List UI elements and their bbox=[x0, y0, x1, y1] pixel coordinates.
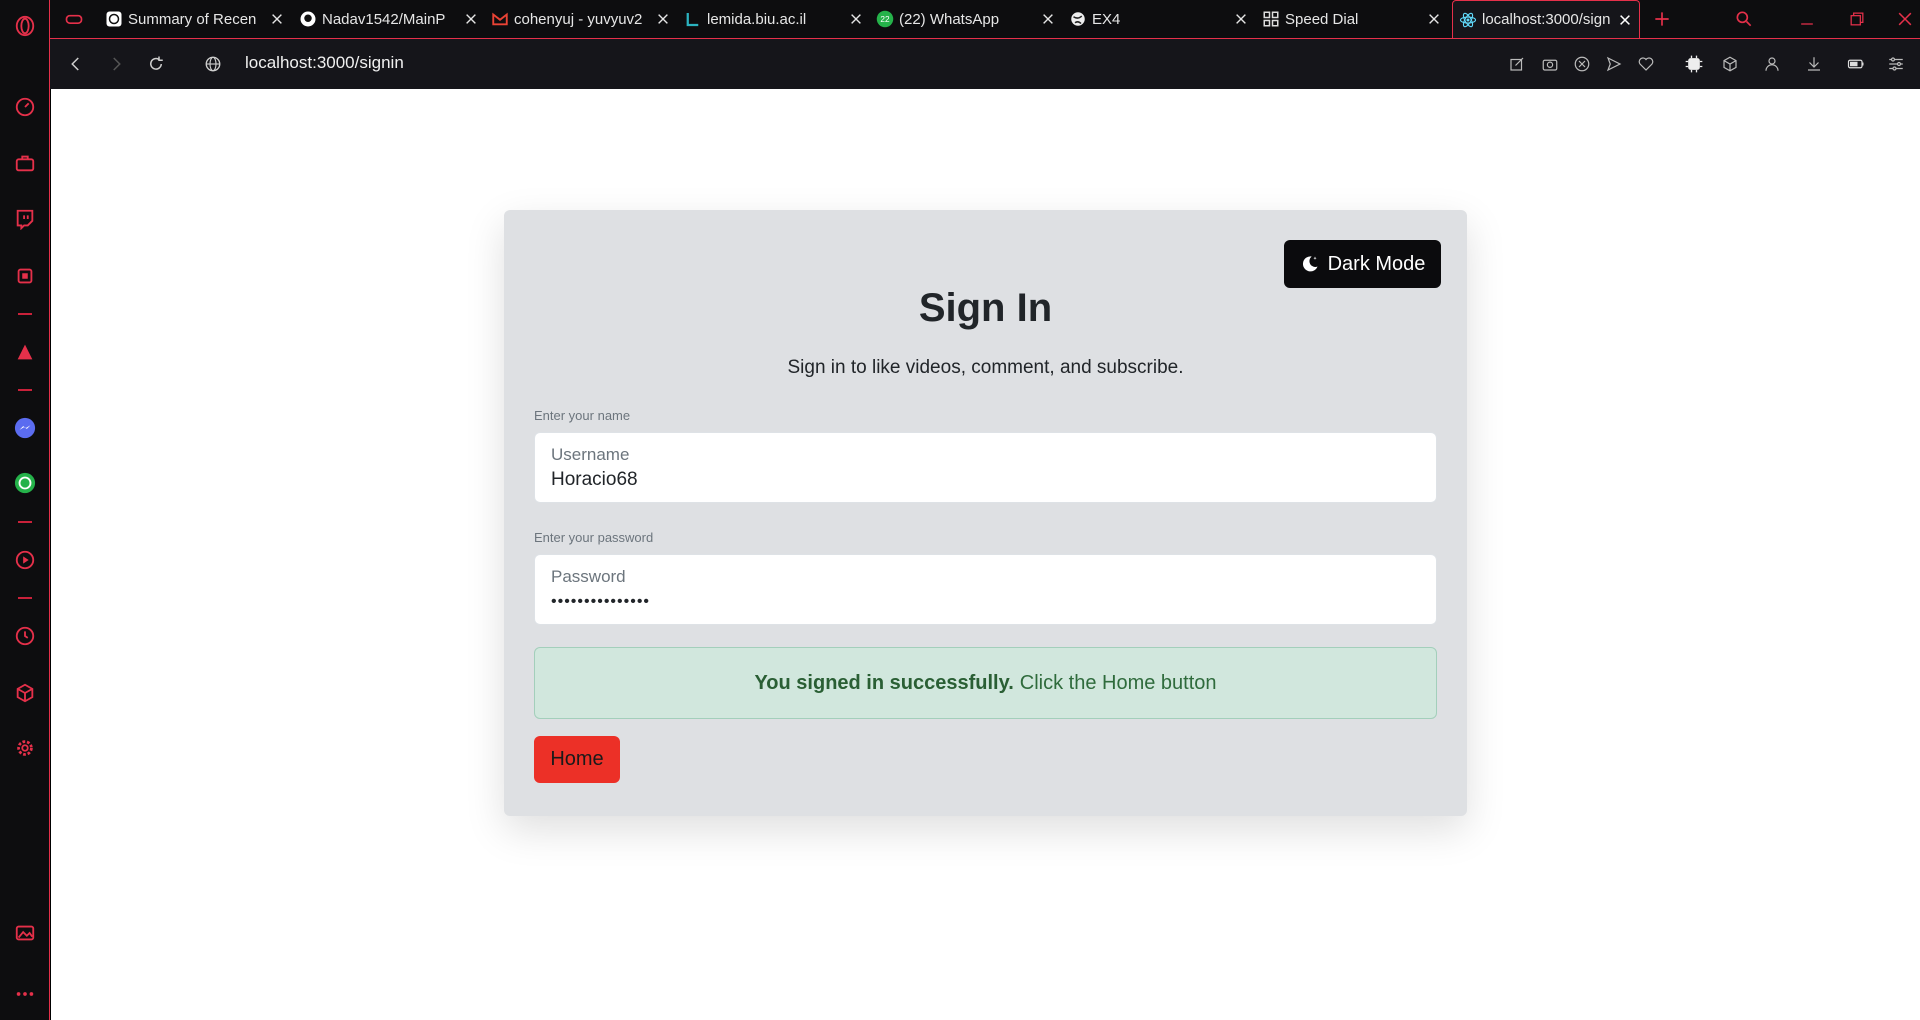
profile-icon[interactable] bbox=[1760, 52, 1784, 76]
moon-stars-icon bbox=[1302, 256, 1318, 272]
aria-icon[interactable] bbox=[11, 338, 39, 366]
tab-github[interactable]: Nadav1542/MainP bbox=[299, 0, 479, 38]
snapshot-camera-icon[interactable] bbox=[1538, 52, 1562, 76]
dark-mode-button[interactable]: Dark Mode bbox=[1284, 240, 1441, 288]
tab-title: lemida.biu.ac.il bbox=[707, 10, 807, 28]
forward-icon[interactable] bbox=[104, 52, 128, 76]
name-hint-label: Enter your name bbox=[534, 408, 631, 423]
twitch-icon[interactable] bbox=[11, 205, 39, 233]
tab-title: Summary of Recen bbox=[128, 10, 257, 28]
close-tab-icon[interactable] bbox=[1617, 12, 1633, 28]
ai-chip-icon[interactable] bbox=[1682, 52, 1706, 76]
battery-icon[interactable] bbox=[1844, 52, 1868, 76]
briefcase-icon[interactable] bbox=[11, 149, 39, 177]
password-field[interactable]: Password ••••••••••••••• bbox=[534, 554, 1437, 625]
download-icon[interactable] bbox=[1802, 52, 1826, 76]
tab-lemida[interactable]: lemida.biu.ac.il bbox=[684, 0, 864, 38]
cube-icon[interactable] bbox=[11, 679, 39, 707]
gx-controller-icon[interactable] bbox=[62, 7, 86, 31]
tab-gmail[interactable]: cohenyuj - yuvyuv2 bbox=[491, 0, 671, 38]
page-subtitle: Sign in to like videos, comment, and sub… bbox=[787, 357, 1184, 378]
password-hint-label: Enter your password bbox=[534, 530, 654, 545]
password-value[interactable]: ••••••••••••••• bbox=[551, 593, 650, 611]
tab-title: cohenyuj - yuvyuv2 bbox=[514, 10, 643, 28]
dark-mode-label: Dark Mode bbox=[1327, 252, 1426, 275]
tab-title: Nadav1542/MainP bbox=[322, 10, 446, 28]
tab-title: Speed Dial bbox=[1285, 10, 1359, 28]
address-bar: localhost:3000/signin bbox=[50, 38, 1920, 89]
tab-localhost-active[interactable]: localhost:3000/sign bbox=[1452, 0, 1640, 38]
messenger-icon[interactable] bbox=[11, 414, 39, 442]
close-tab-icon[interactable] bbox=[1040, 11, 1056, 27]
site-info-globe-icon[interactable] bbox=[201, 52, 225, 76]
ad-blocker-icon[interactable] bbox=[1570, 52, 1594, 76]
whatsapp-icon[interactable] bbox=[11, 469, 39, 497]
react-icon bbox=[1459, 11, 1477, 29]
reload-icon[interactable] bbox=[144, 52, 168, 76]
tab-speed-dial[interactable]: Speed Dial bbox=[1262, 0, 1442, 38]
close-tab-icon[interactable] bbox=[269, 11, 285, 27]
close-tab-icon[interactable] bbox=[848, 11, 864, 27]
success-alert: You signed in successfully. Click the Ho… bbox=[534, 647, 1437, 719]
chatgpt-icon bbox=[105, 10, 123, 28]
easy-setup-sliders-icon[interactable] bbox=[1884, 52, 1908, 76]
settings-gear-icon[interactable] bbox=[11, 734, 39, 762]
extensions-cube-icon[interactable] bbox=[1718, 52, 1742, 76]
success-text: Click the Home button bbox=[1019, 671, 1217, 694]
username-field[interactable]: Username Horacio68 bbox=[534, 432, 1437, 503]
password-floating-label: Password bbox=[551, 567, 626, 586]
opera-logo-icon[interactable] bbox=[11, 12, 39, 40]
chip-icon[interactable] bbox=[11, 262, 39, 290]
tab-ex4[interactable]: EX4 bbox=[1069, 0, 1249, 38]
success-bold-text: You signed in successfully. bbox=[754, 671, 1014, 694]
tab-title: EX4 bbox=[1092, 10, 1121, 28]
username-value[interactable]: Horacio68 bbox=[551, 469, 638, 491]
sidebar-separator bbox=[18, 313, 32, 315]
speedometer-icon[interactable] bbox=[11, 93, 39, 121]
edit-page-icon[interactable] bbox=[1505, 52, 1529, 76]
close-tab-icon[interactable] bbox=[655, 11, 671, 27]
new-tab-plus-icon[interactable] bbox=[1650, 7, 1674, 31]
svg-text:22: 22 bbox=[880, 15, 890, 24]
close-tab-icon[interactable] bbox=[1233, 11, 1249, 27]
home-button[interactable]: Home bbox=[534, 736, 620, 783]
globe-icon bbox=[1069, 10, 1087, 28]
sidebar-separator bbox=[18, 389, 32, 391]
gallery-icon[interactable] bbox=[11, 919, 39, 947]
close-window-icon[interactable] bbox=[1893, 7, 1917, 31]
close-tab-icon[interactable] bbox=[1426, 11, 1442, 27]
tab-summary[interactable]: Summary of Recen bbox=[105, 0, 285, 38]
player-icon[interactable] bbox=[11, 546, 39, 574]
tab-bar: Summary of Recen Nadav1542/MainP cohenyu… bbox=[50, 0, 1920, 38]
tab-title: localhost:3000/sign bbox=[1482, 11, 1611, 28]
gmail-icon bbox=[491, 10, 509, 28]
tab-whatsapp[interactable]: 22 (22) WhatsApp bbox=[876, 0, 1056, 38]
restore-window-icon[interactable] bbox=[1845, 7, 1869, 31]
page-viewport: Dark Mode Sign In Sign in to like videos… bbox=[51, 89, 1920, 1020]
minimize-window-icon[interactable] bbox=[1795, 7, 1819, 31]
page-title: Sign In bbox=[918, 286, 1053, 330]
sidebar-separator bbox=[18, 597, 32, 599]
sidebar-separator bbox=[18, 521, 32, 523]
search-tabs-icon[interactable] bbox=[1732, 7, 1756, 31]
whatsapp-badge-icon: 22 bbox=[876, 10, 894, 28]
more-options-icon[interactable] bbox=[11, 980, 39, 1008]
url-text[interactable]: localhost:3000/signin bbox=[245, 53, 404, 73]
send-icon[interactable] bbox=[1602, 52, 1626, 76]
lemida-icon bbox=[684, 10, 702, 28]
close-tab-icon[interactable] bbox=[463, 11, 479, 27]
tab-title: (22) WhatsApp bbox=[899, 10, 1000, 28]
bookmark-heart-icon[interactable] bbox=[1634, 52, 1658, 76]
back-icon[interactable] bbox=[64, 52, 88, 76]
signin-card: Dark Mode Sign In Sign in to like videos… bbox=[504, 210, 1467, 816]
github-icon bbox=[299, 10, 317, 28]
history-icon[interactable] bbox=[11, 622, 39, 650]
browser-sidebar bbox=[0, 0, 50, 1020]
grid-icon bbox=[1262, 10, 1280, 28]
username-floating-label: Username bbox=[551, 445, 630, 464]
